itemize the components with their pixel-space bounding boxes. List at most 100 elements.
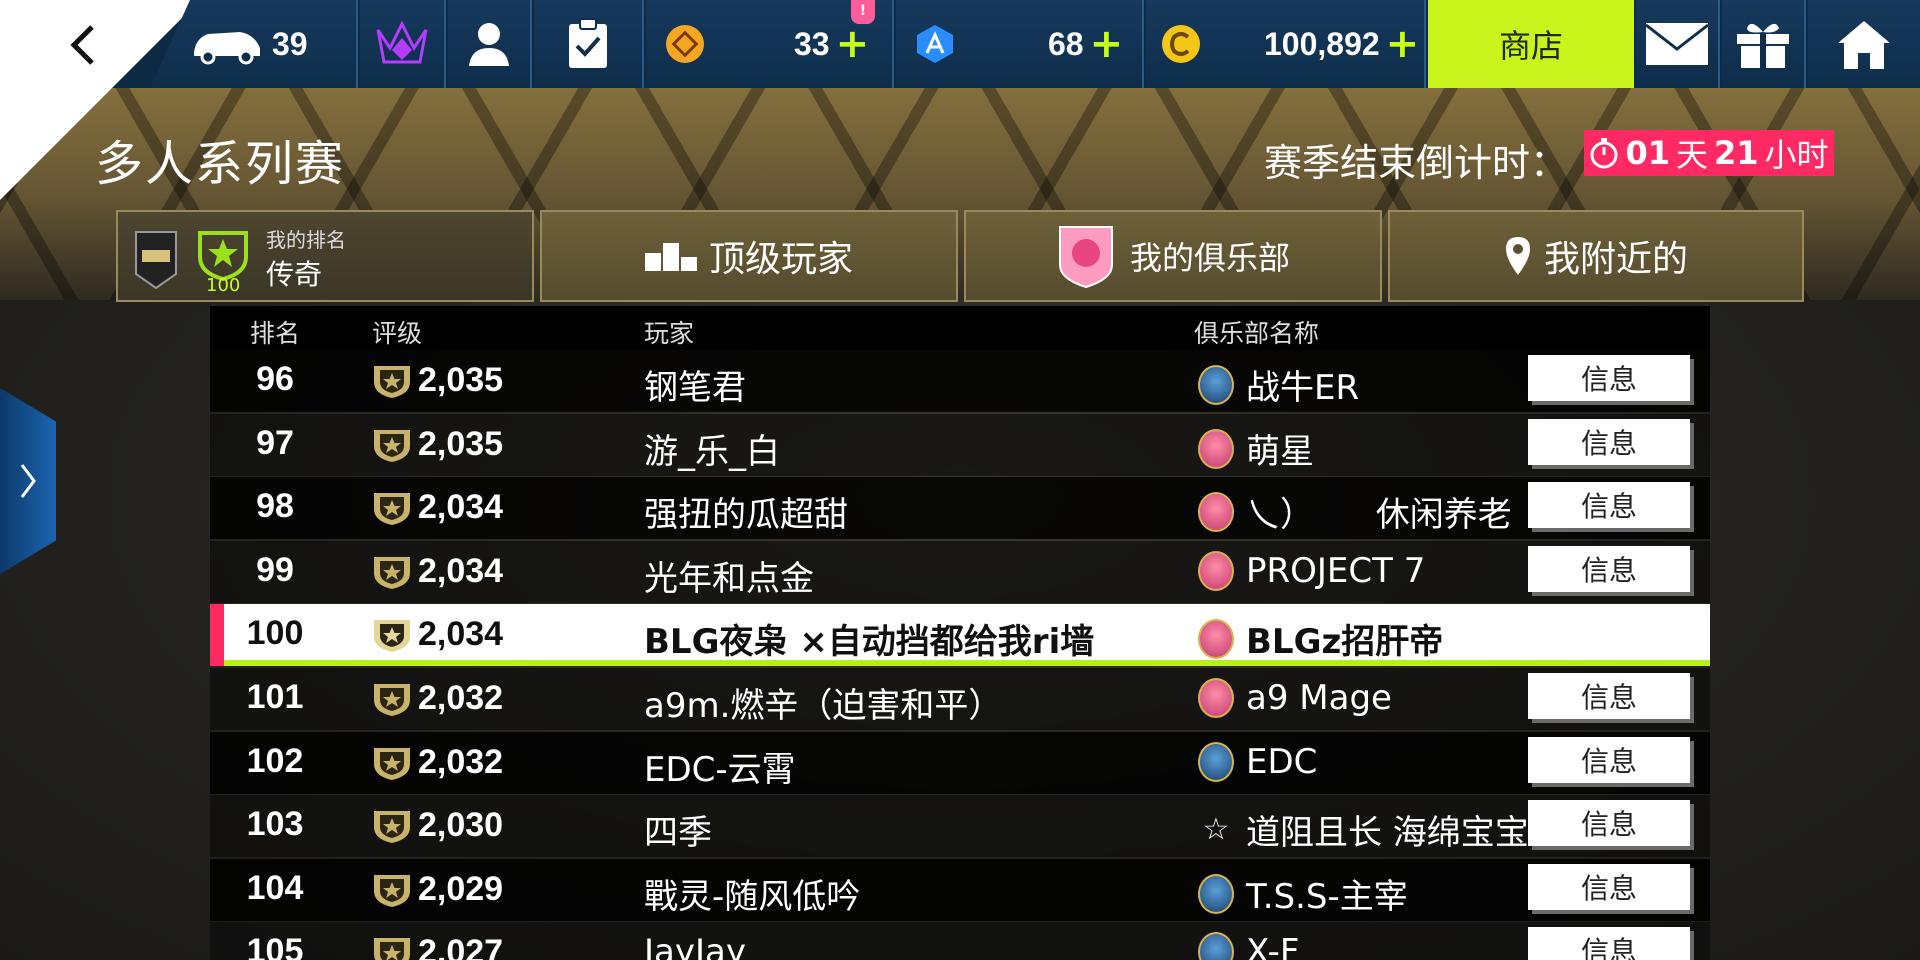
club-avatar-icon	[1058, 226, 1113, 289]
back-chevron-icon	[70, 25, 94, 65]
table-row-self[interactable]: 100 2,034 BLG夜枭 ×自动挡都给我ri墙 BLGz招肝帝	[210, 604, 1710, 666]
row-club[interactable]: ☆ 道阻且长 海绵宝宝	[1198, 805, 1528, 854]
row-player-name[interactable]: 强扭的瓜超甜	[644, 487, 848, 536]
tab-my-club-label: 我的俱乐部	[1129, 239, 1290, 277]
row-player-name[interactable]: JayJay	[644, 932, 746, 960]
info-button[interactable]: 信息	[1528, 419, 1690, 465]
row-rating-value: 2,032	[418, 742, 504, 781]
tab-nearby-label: 我附近的	[1543, 239, 1688, 280]
table-row[interactable]: 104 2,029 戰灵-随风低吟 T.S.S-主宰 信息	[210, 859, 1710, 921]
info-button[interactable]: 信息	[1528, 673, 1690, 719]
league-segment[interactable]	[360, 0, 446, 88]
row-club-name: a9 Mage	[1246, 678, 1392, 718]
tab-my-rank[interactable]: 100 我的排名 传奇	[116, 210, 534, 302]
row-club[interactable]: a9 Mage	[1198, 678, 1528, 718]
info-button[interactable]: 信息	[1528, 864, 1690, 910]
row-club[interactable]: 乀） 休闲养老	[1198, 487, 1528, 536]
gift-icon	[1737, 23, 1789, 68]
red-hood-club-icon	[1198, 551, 1234, 591]
tokens-plus-button[interactable]: +	[836, 24, 870, 64]
row-rating: 2,035	[370, 360, 503, 400]
row-player-name[interactable]: 四季	[644, 805, 712, 854]
cars-count: 39	[272, 25, 308, 62]
table-row[interactable]: 99 2,034 光年和点金 PROJECT 7 信息	[210, 541, 1710, 603]
mail-button[interactable]	[1636, 0, 1720, 88]
row-rating: 2,034	[370, 614, 503, 654]
row-rank: 104	[246, 869, 304, 907]
countdown-days: 01	[1625, 134, 1670, 172]
tab-top-players-label: 顶级玩家	[708, 239, 853, 280]
tokens-value: 33	[794, 25, 830, 62]
row-rank: 101	[246, 678, 304, 716]
info-button[interactable]: 信息	[1528, 800, 1690, 846]
blue-star-club-icon	[1198, 873, 1234, 914]
row-club[interactable]: 战牛ER	[1198, 360, 1528, 409]
blueprints-plus-button[interactable]: +	[1090, 24, 1124, 64]
chevron-right-icon	[20, 464, 36, 498]
blueprint-icon	[917, 25, 953, 63]
credits-segment[interactable]: 100,892 +	[1146, 0, 1426, 88]
tasks-segment[interactable]	[534, 0, 644, 88]
row-rating-value: 2,027	[418, 932, 504, 960]
profile-icon	[469, 23, 509, 66]
row-rank: 102	[246, 742, 304, 780]
countdown-hours-unit: 小时	[1764, 136, 1829, 174]
row-player-name[interactable]: 游_乐_白	[644, 424, 780, 473]
table-row[interactable]: 105 2,027 JayJay X-F 信息	[210, 922, 1710, 960]
table-row[interactable]: 101 2,032 a9m.燃辛（迫害和平） a9 Mage 信息	[210, 668, 1710, 730]
row-rating-value: 2,034	[418, 551, 504, 590]
table-row[interactable]: 97 2,035 游_乐_白 萌星 信息	[210, 414, 1710, 476]
tab-nearby[interactable]: 我附近的	[1388, 210, 1804, 302]
table-row[interactable]: 103 2,030 四季 ☆ 道阻且长 海绵宝宝 信息	[210, 795, 1710, 857]
row-player-name[interactable]: 戰灵-随风低吟	[644, 869, 860, 918]
gift-button[interactable]	[1722, 0, 1806, 88]
tab-top-players[interactable]: 顶级玩家	[540, 210, 958, 302]
tokens-notification-badge: !	[851, 0, 875, 24]
table-row[interactable]: 96 2,035 钢笔君 战牛ER 信息	[210, 350, 1710, 412]
row-club[interactable]: T.S.S-主宰	[1198, 869, 1528, 918]
info-button[interactable]: 信息	[1528, 927, 1690, 960]
car-icon	[194, 32, 260, 65]
row-club[interactable]: PROJECT 7	[1198, 551, 1528, 591]
stopwatch-icon	[1590, 138, 1618, 169]
row-player-name[interactable]: 钢笔君	[644, 360, 746, 409]
row-club-name: PROJECT 7	[1246, 551, 1426, 591]
table-row[interactable]: 98 2,034 强扭的瓜超甜 乀） 休闲养老 信息	[210, 477, 1710, 539]
row-rating: 2,029	[370, 869, 503, 909]
row-club[interactable]: 萌星	[1198, 424, 1528, 473]
tab-my-club[interactable]: 我的俱乐部	[964, 210, 1382, 302]
header-player: 玩家	[644, 319, 695, 348]
profile-segment[interactable]	[448, 0, 532, 88]
my-rank-value: 传奇	[266, 258, 323, 291]
table-row[interactable]: 102 2,032 EDC-云霄 EDC 信息	[210, 732, 1710, 794]
row-rank: 100	[246, 614, 304, 652]
credits-plus-button[interactable]: +	[1386, 24, 1420, 64]
home-button[interactable]	[1808, 0, 1920, 88]
info-button[interactable]: 信息	[1528, 355, 1690, 401]
row-club[interactable]: X-F	[1198, 932, 1528, 960]
row-rank: 97	[256, 424, 294, 462]
row-player-name[interactable]: 光年和点金	[644, 551, 814, 600]
row-club-name: BLGz招肝帝	[1246, 622, 1444, 662]
shop-button[interactable]: 商店	[1428, 0, 1634, 88]
row-rank: 103	[246, 805, 304, 843]
row-rating: 2,035	[370, 424, 503, 464]
pink-club-icon	[1198, 491, 1234, 532]
info-button[interactable]: 信息	[1528, 482, 1690, 528]
pink-club-icon	[1198, 618, 1234, 659]
row-rating: 2,027	[370, 932, 503, 960]
row-club-name: 战牛ER	[1246, 368, 1360, 408]
leaderboard-header: 排名 评级 玩家 俱乐部名称	[210, 306, 1710, 350]
blueprints-segment[interactable]: 68 +	[896, 0, 1144, 88]
row-player-name[interactable]: a9m.燃辛（迫害和平）	[644, 678, 1002, 727]
row-player-name[interactable]: BLG夜枭 ×自动挡都给我ri墙	[644, 614, 1094, 663]
row-club[interactable]: BLGz招肝帝	[1198, 614, 1528, 663]
countdown-days-unit: 天	[1675, 136, 1708, 174]
back-button[interactable]	[58, 20, 108, 70]
row-club[interactable]: EDC	[1198, 742, 1528, 782]
info-button[interactable]: 信息	[1528, 546, 1690, 592]
rating-shield-icon	[374, 875, 410, 907]
row-player-name[interactable]: EDC-云霄	[644, 742, 796, 791]
rating-shield-icon	[374, 557, 410, 589]
info-button[interactable]: 信息	[1528, 737, 1690, 783]
